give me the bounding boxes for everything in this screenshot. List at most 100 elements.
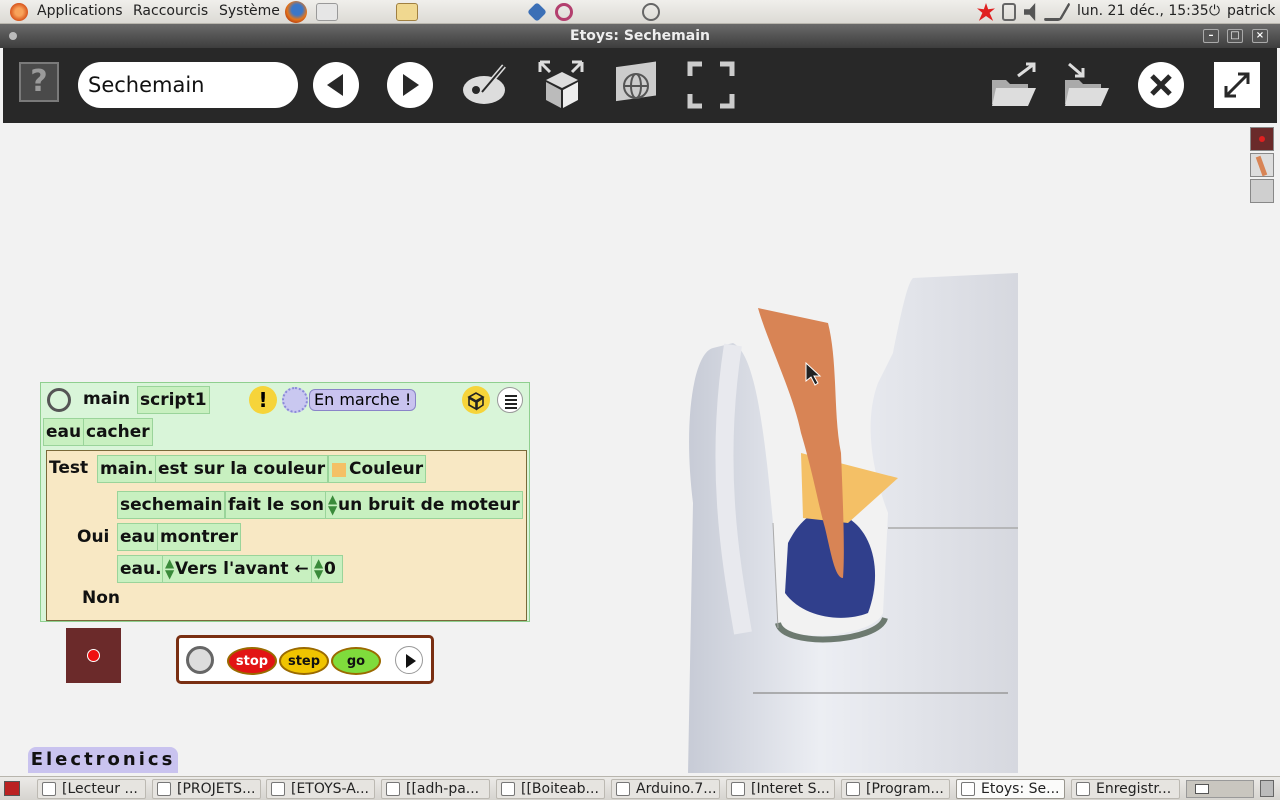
menu-applications[interactable]: Applications (37, 3, 123, 19)
step-button[interactable]: step (279, 647, 329, 675)
color-swatch[interactable] (332, 463, 346, 477)
tile-sechemain[interactable]: sechemain (117, 491, 226, 519)
sync-icon[interactable] (555, 3, 573, 21)
value-stepper-icon[interactable]: ▲ ▼ (314, 557, 323, 580)
previous-page-button[interactable] (313, 62, 359, 108)
firefox-icon[interactable] (285, 1, 307, 23)
arrow-right-icon (403, 74, 419, 96)
expand-controls-button[interactable] (395, 646, 423, 674)
workspace-switcher[interactable] (1186, 780, 1254, 798)
taskbar-item[interactable]: Enregistr... (1071, 779, 1180, 799)
minimize-button[interactable]: – (1203, 29, 1219, 43)
save-project-button[interactable] (1061, 60, 1113, 112)
test-block[interactable]: Test main. est sur la couleur Couleur se… (46, 450, 527, 621)
virtualbox-icon[interactable] (527, 2, 547, 22)
stop-button[interactable]: stop (227, 647, 277, 675)
yes-label: Oui (77, 527, 110, 547)
tile-montrer[interactable]: montrer (157, 523, 241, 551)
taskbar-item[interactable]: Arduino.7... (611, 779, 720, 799)
window-icon (42, 782, 56, 796)
electronics-flap-tab[interactable]: Electronics (28, 747, 178, 773)
share-button[interactable] (610, 60, 660, 110)
script-status-button[interactable]: En marche ! (309, 389, 417, 411)
window-titlebar[interactable]: Etoys: Sechemain – □ × (0, 24, 1280, 48)
script-name[interactable]: script1 (137, 386, 210, 414)
record-button[interactable] (66, 628, 121, 683)
taskbar-item[interactable]: [ETOYS-A... (266, 779, 375, 799)
taskbar-item-label: [Program... (866, 781, 944, 797)
tile-eau-2[interactable]: eau (117, 523, 159, 551)
close-window-button[interactable]: × (1252, 29, 1268, 43)
disk-icon[interactable] (1002, 3, 1016, 21)
taskbar-item-label: [Interet S... (751, 781, 830, 797)
tile-main[interactable]: main. (97, 455, 157, 483)
mail-icon[interactable] (316, 3, 338, 21)
trash-icon[interactable] (1260, 780, 1274, 797)
maximize-button[interactable]: □ (1227, 29, 1243, 43)
red-dot-icon (87, 649, 100, 662)
sound-stepper-icon[interactable]: ▲ ▼ (328, 493, 337, 516)
taskbar-item-label: [PROJETS... (177, 781, 256, 797)
menu-places[interactable]: Raccourcis (133, 3, 208, 19)
direction-stepper-icon[interactable]: ▲ ▼ (165, 557, 174, 580)
hand-dryer-image[interactable] (673, 273, 1033, 773)
quit-button[interactable] (1138, 62, 1184, 108)
clock-icon[interactable] (282, 387, 308, 413)
tile-vers-l-avant[interactable]: ▲ ▼ Vers l'avant ← (162, 555, 312, 583)
tile-eau-3[interactable]: eau. (117, 555, 165, 583)
script-options-button[interactable] (497, 387, 523, 413)
supplies-button[interactable] (536, 58, 586, 110)
user-name[interactable]: patrick (1227, 3, 1275, 19)
flap-tab-gray[interactable] (1250, 179, 1274, 203)
folder-save-icon (1065, 62, 1109, 106)
flap-tab-red[interactable] (1250, 127, 1274, 151)
taskbar: [Lecteur ... [PROJETS... [ETOYS-A... [[adh-… (0, 776, 1280, 800)
tile-sound-selector[interactable]: ▲ ▼ un bruit de moteur (325, 491, 523, 519)
taskbar-item[interactable]: [[Boiteab... (496, 779, 605, 799)
project-name-field[interactable]: Sechemain (78, 62, 298, 108)
fullscreen-button[interactable] (686, 60, 736, 110)
etoys-toolbar: ? Sechemain (3, 48, 1277, 123)
load-project-button[interactable] (988, 60, 1040, 112)
tile-couleur[interactable]: Couleur (328, 455, 427, 483)
menu-system[interactable]: Système (219, 3, 280, 19)
volume-icon[interactable] (1024, 3, 1036, 21)
tile-eau[interactable]: eau (43, 418, 85, 446)
script-editor[interactable]: main script1 ! En marche ! eau cacher Te… (40, 382, 530, 622)
script-menu-button[interactable] (47, 388, 71, 412)
alert-icon[interactable] (977, 3, 995, 21)
window-icon (157, 782, 171, 796)
tile-fait-le-son[interactable]: fait le son (225, 491, 327, 519)
window-menu-icon[interactable] (9, 32, 17, 40)
script-player-name[interactable]: main (83, 389, 130, 409)
tile-cacher[interactable]: cacher (83, 418, 153, 446)
taskbar-item-label: Etoys: Se... (981, 781, 1060, 797)
controls-menu-button[interactable] (186, 646, 214, 674)
players-icon[interactable] (462, 386, 490, 414)
taskbar-item[interactable]: [Interet S... (726, 779, 835, 799)
assign-arrow[interactable]: ← (294, 559, 308, 579)
clock[interactable]: lun. 21 déc., 15:35 (1077, 3, 1209, 19)
taskbar-item[interactable]: [[adh-pa... (381, 779, 490, 799)
next-page-button[interactable] (387, 62, 433, 108)
show-desktop-icon[interactable] (4, 781, 20, 796)
flap-tab-hand[interactable] (1250, 153, 1274, 177)
go-button[interactable]: go (331, 647, 381, 675)
folder-open-icon (992, 62, 1036, 106)
exclamation-button[interactable]: ! (249, 386, 277, 414)
taskbar-item[interactable]: [PROJETS... (152, 779, 261, 799)
help-button[interactable]: ? (19, 62, 59, 102)
taskbar-item-label: [Lecteur ... (62, 781, 138, 797)
power-icon[interactable]: ⏻ (1209, 3, 1220, 19)
taskbar-item[interactable]: [Lecteur ... (37, 779, 146, 799)
test-label: Test (49, 458, 89, 478)
taskbar-item[interactable]: Etoys: Se... (956, 779, 1065, 799)
tile-est-sur-la-couleur[interactable]: est sur la couleur (155, 455, 329, 483)
webcam-icon[interactable] (642, 3, 660, 21)
network-icon[interactable] (1042, 3, 1072, 21)
taskbar-item[interactable]: [Program... (841, 779, 950, 799)
expand-button[interactable] (1214, 62, 1260, 108)
paint-button[interactable] (460, 60, 510, 110)
tile-value[interactable]: ▲ ▼ 0 (311, 555, 343, 583)
notes-icon[interactable] (396, 3, 418, 21)
